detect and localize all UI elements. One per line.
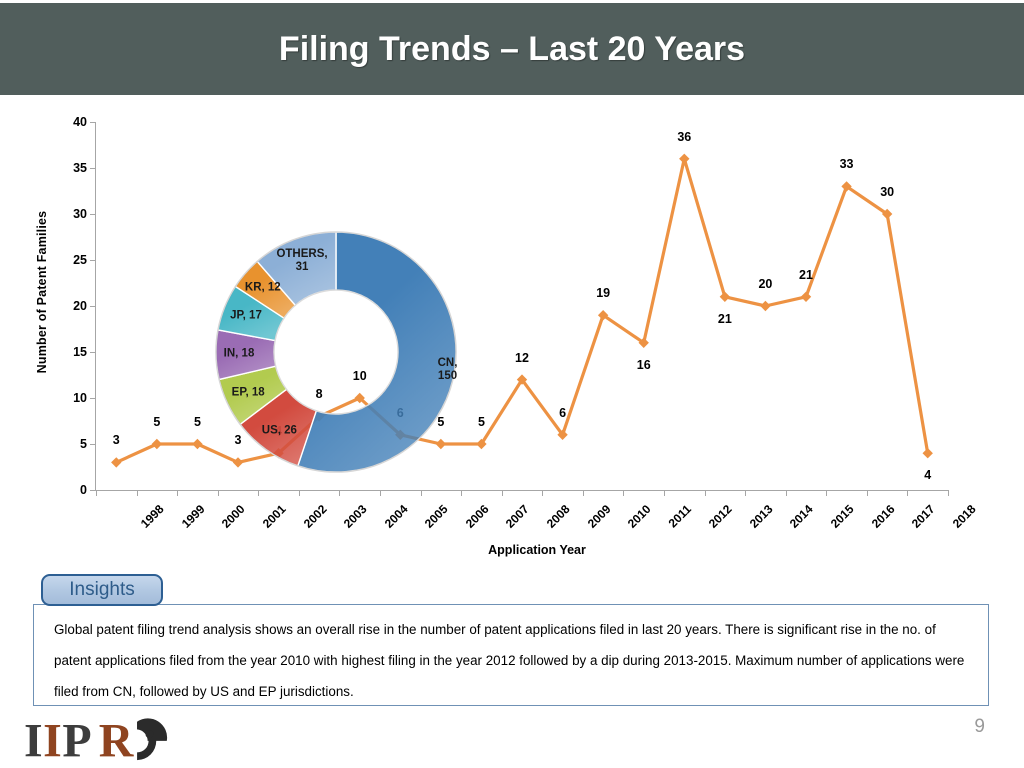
x-tick-label: 2011	[665, 502, 694, 531]
x-tick-label: 2002	[300, 502, 330, 531]
data-point-label: 5	[193, 415, 201, 429]
x-tick-mark	[542, 490, 544, 496]
x-tick-label: 2001	[259, 502, 289, 531]
x-tick-mark	[866, 490, 868, 496]
data-point-label: 30	[880, 185, 895, 199]
doughnut-slice-label: EP, 18	[231, 386, 265, 399]
y-axis-title: Number of Patent Families	[35, 210, 49, 374]
x-tick-label: 2009	[584, 502, 614, 531]
x-tick-mark	[136, 490, 138, 496]
y-tick-label: 40	[73, 115, 87, 129]
x-tick-mark	[826, 490, 828, 496]
x-axis-title: Application Year	[0, 543, 1024, 557]
data-point-label: 16	[636, 357, 651, 372]
x-axis-title-text: Application Year	[488, 543, 586, 557]
x-tick-label: 2008	[543, 502, 573, 531]
svg-text:R: R	[99, 716, 135, 762]
data-point-label: 12	[515, 350, 529, 365]
y-tick-label: 25	[73, 253, 87, 267]
x-tick-mark	[704, 490, 706, 496]
x-tick-label: 2007	[503, 502, 533, 531]
svg-text:P: P	[62, 716, 91, 762]
doughnut-slice-label: OTHERS, 31	[276, 248, 328, 274]
x-tick-mark	[461, 490, 463, 496]
data-point-label: 20	[758, 277, 773, 291]
y-tick-label: 0	[80, 483, 87, 497]
x-tick-mark	[582, 490, 584, 496]
y-tick-label: 15	[73, 345, 87, 359]
x-tick-mark	[785, 490, 787, 496]
x-tick-label: 2012	[706, 502, 735, 531]
x-tick-label: 1998	[138, 502, 167, 531]
data-point-label: 21	[799, 267, 813, 282]
x-tick-label: 2000	[219, 502, 249, 531]
y-tick-label: 10	[73, 391, 87, 405]
insights-box: Global patent filing trend analysis show…	[33, 604, 989, 706]
data-point-label: 19	[596, 286, 611, 301]
x-tick-label: 2016	[868, 502, 898, 531]
doughnut-slice-label: US, 26	[261, 424, 297, 437]
x-tick-label: 2013	[746, 502, 776, 531]
x-tick-mark	[745, 490, 747, 496]
data-point-label: 36	[677, 129, 692, 144]
x-tick-mark	[420, 490, 422, 496]
x-tick-mark	[339, 490, 341, 496]
x-tick-mark	[501, 490, 503, 496]
x-tick-label: 1999	[178, 502, 208, 531]
x-axis-line	[95, 490, 948, 492]
x-tick-mark	[664, 490, 665, 496]
data-point-label: 5	[153, 415, 161, 429]
page-title: Filing Trends – Last 20 Years	[278, 29, 746, 68]
x-tick-mark	[258, 490, 260, 496]
doughnut-slice-label: IN, 18	[223, 347, 255, 360]
y-tick-label: 5	[80, 437, 87, 451]
insights-tab: Insights	[41, 574, 163, 606]
x-tick-label: 2017	[908, 502, 938, 531]
data-point-label: 4	[924, 468, 932, 483]
x-tick-label: 2010	[624, 502, 654, 531]
x-tick-label: 2015	[827, 502, 857, 531]
x-tick-label: 2004	[381, 502, 411, 531]
svg-text:I: I	[24, 716, 43, 762]
x-tick-mark	[177, 490, 179, 496]
x-tick-label: 2014	[787, 502, 817, 531]
data-point-label: 3	[112, 433, 120, 448]
doughnut-slice-label: JP, 17	[230, 309, 262, 322]
slide-title-bar: Filing Trends – Last 20 Years	[0, 3, 1024, 95]
x-tick-mark	[96, 490, 97, 496]
doughnut-slice-label: KR, 12	[244, 281, 281, 294]
insights-tab-label: Insights	[69, 579, 135, 600]
x-tick-label: 2005	[422, 502, 451, 531]
y-tick-label: 20	[73, 299, 87, 313]
jurisdiction-doughnut-chart: CN, 150 US, 26 EP, 18 IN, 18 JP, 17 KR, 12 OTH…	[212, 228, 460, 476]
x-tick-label: 2003	[340, 502, 370, 531]
x-tick-mark	[623, 490, 625, 496]
data-point-label: 6	[559, 405, 567, 420]
data-point-label: 33	[839, 157, 854, 172]
data-point-label: 21	[717, 311, 732, 326]
iiprd-logo: I I P R	[24, 716, 168, 762]
filing-trends-chart: Number of Patent Families 0 5 10 15 20 25 30 35…	[0, 100, 1024, 570]
y-tick-label: 35	[73, 161, 87, 175]
x-tick-mark	[298, 490, 300, 496]
doughnut-slice-label: CN, 150	[437, 357, 458, 383]
x-tick-label: 2006	[462, 502, 492, 531]
x-tick-label: 2018	[949, 502, 979, 531]
svg-text:I: I	[43, 716, 62, 762]
page-number: 9	[974, 716, 985, 737]
x-tick-mark	[217, 490, 219, 496]
x-tick-mark	[907, 490, 909, 496]
data-point-label: 5	[477, 415, 485, 429]
x-tick-mark	[380, 490, 381, 496]
y-tick-label: 30	[73, 207, 87, 221]
x-tick-mark	[948, 490, 949, 496]
insights-body-text: Global patent filing trend analysis show…	[54, 622, 965, 699]
